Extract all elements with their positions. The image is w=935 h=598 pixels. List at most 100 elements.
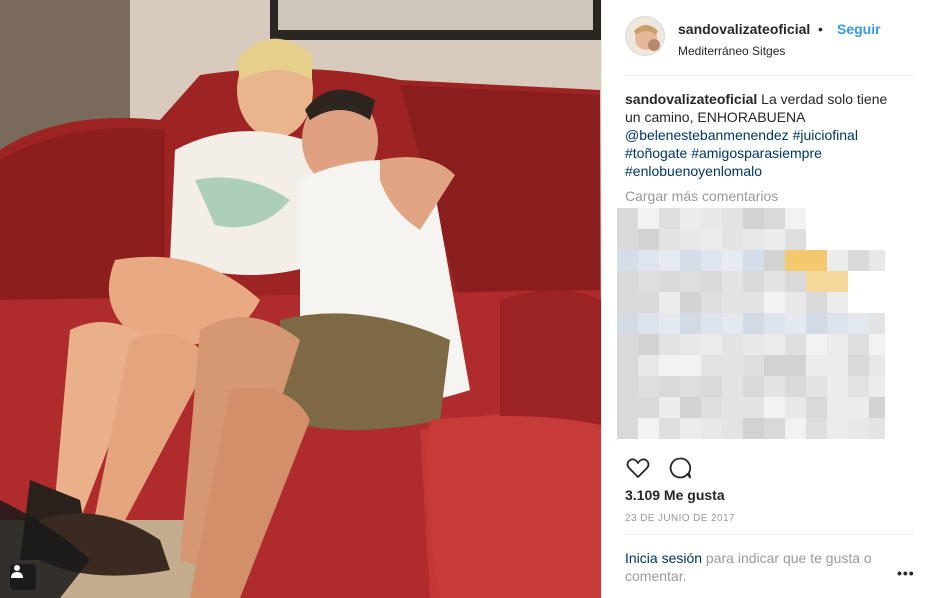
blur-cell [722,397,743,418]
blur-cell [722,376,743,397]
blur-cell [764,229,785,250]
blur-cell [764,250,785,271]
blur-cell [701,208,722,229]
post-footer: Inicia sesión para indicar que te gusta … [625,534,915,584]
hashtag-link[interactable]: #juiciofinal [793,127,858,143]
blur-cell [680,418,701,439]
blur-cell [764,355,785,376]
like-count[interactable]: 3.109 Me gusta [625,487,725,503]
follow-button[interactable]: Seguir [837,21,881,37]
blur-cell [680,229,701,250]
blur-cell [764,313,785,334]
blur-cell [659,418,680,439]
blur-cell [785,355,806,376]
heart-icon[interactable] [625,455,651,481]
blur-cell [743,397,764,418]
blur-cell [701,418,722,439]
blur-cell [638,355,659,376]
mention-link[interactable]: @belenestebanmenendez [625,127,789,143]
blur-cell [701,313,722,334]
blur-cell [764,334,785,355]
blur-cell [722,229,743,250]
location-link[interactable]: Mediterráneo Sitges [678,44,785,58]
blur-cell [806,292,827,313]
avatar[interactable] [625,16,665,56]
blurred-comments [617,208,885,444]
blur-cell [785,376,806,397]
blur-cell [827,250,848,271]
hashtag-link[interactable]: #enlobuenoyenlomalo [625,163,762,179]
hashtag-link[interactable]: #amigosparasiempre [691,145,822,161]
post-side-panel: sandovalizateoficial • Seguir Mediterrán… [601,0,935,598]
more-options-button[interactable]: ••• [897,565,915,581]
blur-cell [785,397,806,418]
blur-cell [785,418,806,439]
blur-cell [680,397,701,418]
blur-cell [701,271,722,292]
blur-cell [827,292,848,313]
blur-cell [764,292,785,313]
blur-cell [638,292,659,313]
blur-cell [701,334,722,355]
blur-cell [617,376,638,397]
caption-username[interactable]: sandovalizateoficial [625,91,757,107]
blur-cell [869,313,885,334]
blur-cell [806,376,827,397]
blur-cell [701,229,722,250]
blur-cell [638,418,659,439]
post-date: 23 DE JUNIO DE 2017 [625,513,735,524]
blur-cell [659,355,680,376]
login-prompt: Inicia sesión para indicar que te gusta … [625,549,885,585]
blur-cell [659,334,680,355]
post-photo[interactable] [0,0,601,598]
blur-cell [659,397,680,418]
blur-cell [764,271,785,292]
blur-cell [617,229,638,250]
blur-cell [827,355,848,376]
load-more-comments-button[interactable]: Cargar más comentarios [625,188,778,204]
blur-cell [659,292,680,313]
blur-cell [743,208,764,229]
blur-cell [680,376,701,397]
blur-cell [701,250,722,271]
blur-cell [638,208,659,229]
blur-cell [785,313,806,334]
photo-illustration [0,0,601,598]
username-link[interactable]: sandovalizateoficial [678,21,810,37]
separator-dot: • [818,21,823,37]
blur-cell [617,397,638,418]
blur-cell [827,313,848,334]
blur-cell [806,271,827,292]
hashtag-link[interactable]: #toñogate [625,145,687,161]
blur-cell [743,355,764,376]
blur-cell [680,208,701,229]
blur-cell [722,208,743,229]
login-link[interactable]: Inicia sesión [625,550,702,566]
blur-cell [659,271,680,292]
blur-cell [848,376,869,397]
blur-cell [722,292,743,313]
blur-cell [638,229,659,250]
blur-cell [764,397,785,418]
blur-cell [785,334,806,355]
blur-cell [617,250,638,271]
blur-cell [617,334,638,355]
blur-cell [722,355,743,376]
blur-cell [806,418,827,439]
blur-cell [848,334,869,355]
blur-cell [764,418,785,439]
blur-cell [680,292,701,313]
blur-cell [869,334,885,355]
blur-cell [638,376,659,397]
user-tag-icon[interactable] [10,564,36,590]
blur-cell [722,334,743,355]
blur-cell [785,208,806,229]
blur-cell [722,418,743,439]
blur-cell [701,355,722,376]
blur-cell [659,376,680,397]
blur-cell [617,208,638,229]
blur-cell [743,250,764,271]
blur-cell [617,292,638,313]
comment-icon[interactable] [667,455,693,481]
blur-cell [764,376,785,397]
